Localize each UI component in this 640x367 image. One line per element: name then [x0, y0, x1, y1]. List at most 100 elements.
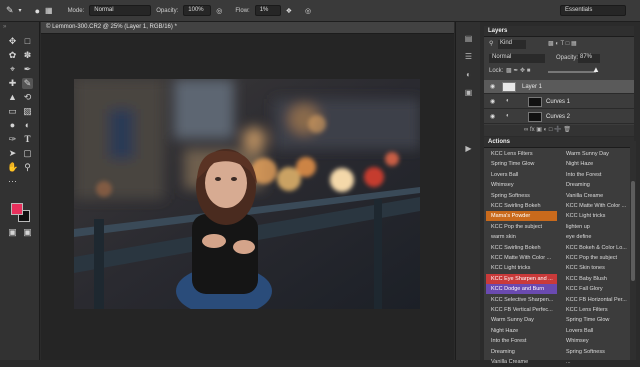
action-button[interactable]: Spring Time Glow	[486, 159, 557, 169]
action-button[interactable]: Vanilla Creame	[561, 191, 632, 201]
action-button[interactable]: KCC Pop the subject	[486, 222, 557, 232]
lock-icon[interactable]: ▩ ✒ ✥ ■	[506, 67, 530, 74]
opacity-slider[interactable]	[548, 71, 596, 73]
action-button[interactable]: Night Haze	[486, 326, 557, 336]
action-button[interactable]: Vanilla Creame	[486, 357, 557, 367]
action-button[interactable]: Dreaming	[561, 180, 632, 190]
action-button[interactable]: Mama's Powder	[486, 211, 557, 222]
mode-select[interactable]: Normal	[89, 5, 152, 16]
type-tool-icon[interactable]: T	[22, 134, 33, 145]
action-button[interactable]: KCC Baby Blush	[561, 274, 632, 284]
action-button[interactable]: KCC FB Horizontal Per...	[561, 295, 632, 305]
workspace-select[interactable]: Essentials	[560, 5, 626, 16]
filter-pixel-icon[interactable]: ▩ ◐ T □ ▦	[548, 40, 577, 47]
eye-icon[interactable]: ◉	[490, 113, 495, 120]
brush-tool-icon[interactable]: ✎	[6, 5, 14, 16]
action-button[interactable]: Spring Time Glow	[561, 315, 632, 325]
blend-mode-select[interactable]: Normal	[489, 54, 545, 63]
action-button[interactable]: Lovers Ball	[561, 326, 632, 336]
pen-tool-icon[interactable]: ✑	[7, 134, 18, 145]
action-button[interactable]: KCC Fall Glory	[561, 284, 632, 294]
lasso-tool-icon[interactable]: ✿	[7, 50, 18, 61]
action-button[interactable]: KCC Matte With Color ...	[486, 253, 557, 263]
action-button[interactable]: Into the Forest	[561, 170, 632, 180]
brush-preset-icon[interactable]: ●	[35, 6, 40, 16]
layer-row-curves-2[interactable]: ◉ ◐ Curves 2	[484, 110, 634, 124]
action-button[interactable]: Spring Softness	[561, 347, 632, 357]
layer-opacity-field[interactable]: 87%	[578, 54, 600, 63]
layer-filter-select[interactable]: Kind	[498, 40, 526, 49]
action-button[interactable]: Dreaming	[486, 347, 557, 357]
action-button[interactable]: Into the Forest	[486, 336, 557, 346]
action-button[interactable]: Warm Sunny Day	[561, 149, 632, 159]
action-button[interactable]: Night Haze	[561, 159, 632, 169]
action-button[interactable]: lighten up	[561, 222, 632, 232]
brush-panel-icon[interactable]: ▦	[45, 6, 53, 15]
layer-footer-icons[interactable]: ∞ fx ▣ ◐ □ ➕ 🗑	[524, 126, 571, 133]
layer-row-curves-1[interactable]: ◉ ◐ Curves 1	[484, 95, 634, 109]
action-button[interactable]: KCC Pop the subject	[561, 253, 632, 263]
collapse-icon[interactable]: »	[3, 24, 6, 30]
opacity-field[interactable]: 100%	[183, 5, 212, 16]
quick-mask-icon[interactable]: ▣	[7, 227, 18, 238]
action-button[interactable]: KCC Bokeh & Color Lo...	[561, 243, 632, 253]
airbrush-icon[interactable]: ❖	[286, 7, 292, 15]
action-button[interactable]: KCC Dodge and Burn	[486, 284, 557, 295]
action-button[interactable]: Spring Softness	[486, 191, 557, 201]
action-button[interactable]: ...	[561, 357, 632, 367]
adjustments-panel-icon[interactable]: ◐	[463, 70, 474, 81]
brush-tool-icon[interactable]: ✎	[22, 78, 33, 89]
eye-icon[interactable]: ◉	[490, 98, 495, 105]
action-button[interactable]: Whimsey	[486, 180, 557, 190]
zoom-tool-icon[interactable]: ⚲	[22, 162, 33, 173]
eye-icon[interactable]: ◉	[490, 83, 495, 90]
action-button[interactable]: KCC Matte With Color ...	[561, 201, 632, 211]
clone-stamp-tool-icon[interactable]: ▲	[7, 92, 18, 103]
action-button[interactable]: warm skin	[486, 232, 557, 242]
quick-select-tool-icon[interactable]: ✽	[22, 50, 33, 61]
brush-panel-icon[interactable]: ▣	[463, 88, 474, 99]
layers-tab[interactable]: Layers	[484, 26, 634, 37]
action-button[interactable]: KCC Light tricks	[486, 263, 557, 273]
action-button[interactable]: Whimsey	[561, 336, 632, 346]
action-button[interactable]: KCC Lens Filters	[486, 149, 557, 159]
action-button[interactable]: KCC Selective Sharpen...	[486, 295, 557, 305]
pressure-size-icon[interactable]: ◎	[305, 7, 311, 15]
history-panel-icon[interactable]: ▤	[463, 34, 474, 45]
healing-tool-icon[interactable]: ✚	[7, 78, 18, 89]
hand-tool-icon[interactable]: ✋	[7, 162, 18, 173]
eyedropper-tool-icon[interactable]: ✒	[22, 64, 33, 75]
history-brush-tool-icon[interactable]: ⟲	[22, 92, 33, 103]
action-button[interactable]: KCC Lens Filters	[561, 305, 632, 315]
scrollbar-thumb[interactable]	[631, 181, 635, 281]
properties-panel-icon[interactable]: ☰	[463, 52, 474, 63]
dodge-tool-icon[interactable]: ◐	[22, 120, 33, 131]
eraser-tool-icon[interactable]: ▭	[7, 106, 18, 117]
more-tools-icon[interactable]: ···	[7, 176, 18, 187]
action-button[interactable]: KCC FB Vertical Perfec...	[486, 305, 557, 315]
marquee-tool-icon[interactable]: □	[22, 36, 33, 47]
action-button[interactable]: KCC Swirling Bokeh	[486, 201, 557, 211]
crop-tool-icon[interactable]: ⌖	[7, 64, 18, 75]
action-button[interactable]: KCC Skin tones	[561, 263, 632, 273]
chevron-down-icon[interactable]: ▾	[19, 7, 22, 14]
action-button[interactable]: Lovers Ball	[486, 170, 557, 180]
action-button[interactable]: eye define	[561, 232, 632, 242]
pressure-opacity-icon[interactable]: ◎	[216, 7, 222, 15]
actions-tab[interactable]: Actions	[484, 137, 634, 148]
action-button[interactable]: KCC Light tricks	[561, 211, 632, 221]
action-button[interactable]: KCC Eye Sharpen and ...	[486, 273, 557, 284]
gradient-tool-icon[interactable]: ▧	[22, 106, 33, 117]
play-action-icon[interactable]: ▶	[463, 144, 474, 155]
blur-tool-icon[interactable]: ●	[7, 120, 18, 131]
shape-tool-icon[interactable]: ▢	[22, 148, 33, 159]
move-tool-icon[interactable]: ✥	[7, 36, 18, 47]
flow-field[interactable]: 1%	[254, 5, 281, 16]
foreground-color-swatch[interactable]	[11, 203, 23, 215]
actions-scrollbar[interactable]	[630, 141, 636, 360]
document-tab[interactable]: © Lemmon-300.CR2 @ 25% (Layer 1, RGB/16)…	[41, 22, 454, 34]
action-button[interactable]: Warm Sunny Day	[486, 315, 557, 325]
canvas-photo[interactable]	[74, 79, 420, 309]
action-button[interactable]: KCC Swirling Bokeh	[486, 243, 557, 253]
path-select-tool-icon[interactable]: ➤	[7, 148, 18, 159]
